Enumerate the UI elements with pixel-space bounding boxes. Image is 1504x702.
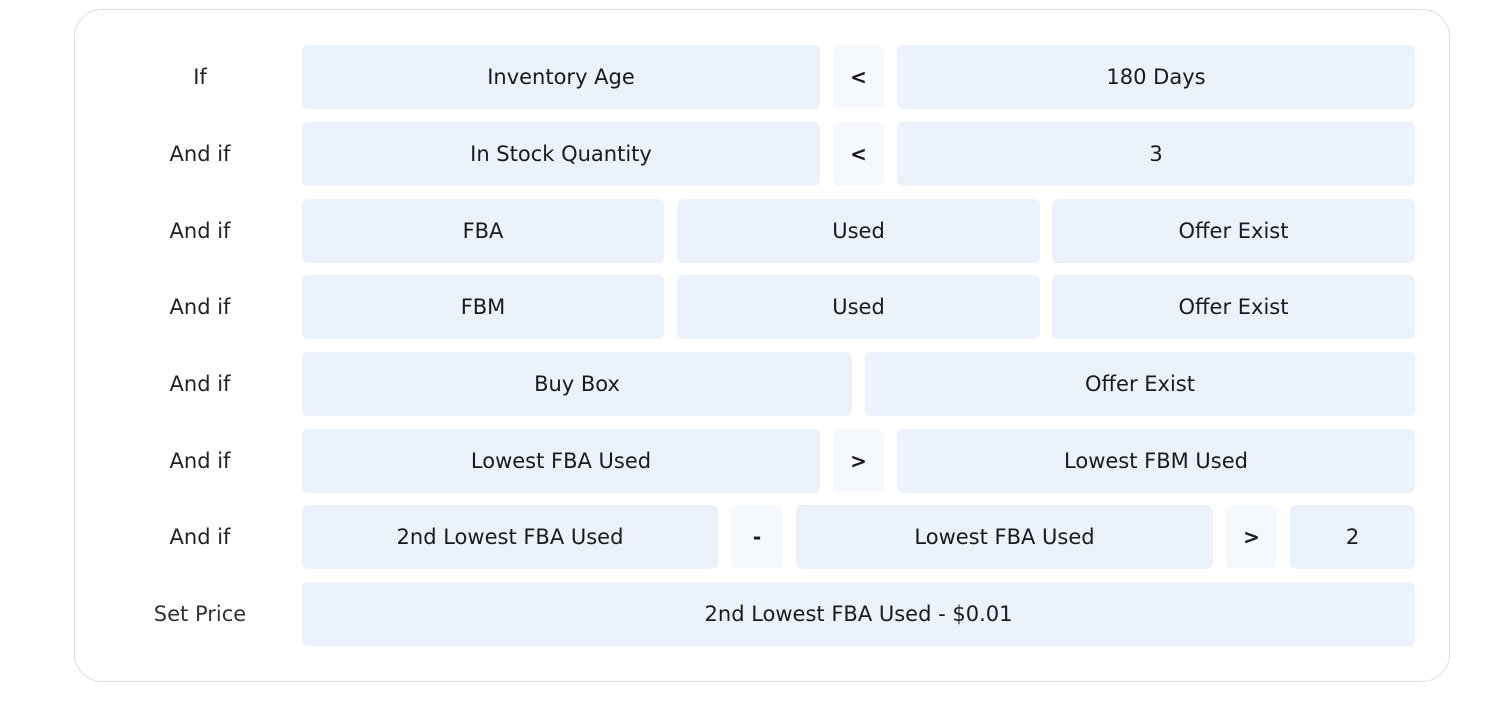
rule-label: And if: [169, 219, 231, 243]
condition-field-buy-box[interactable]: Buy Box: [302, 352, 852, 416]
rule-row-if: If Inventory Age < 180 Days: [0, 45, 1504, 109]
operator-less-than[interactable]: <: [833, 122, 884, 186]
operator-minus[interactable]: -: [731, 505, 783, 569]
condition-field-used[interactable]: Used: [677, 275, 1040, 339]
condition-field-inventory-age[interactable]: Inventory Age: [302, 45, 820, 109]
operator-greater-than[interactable]: >: [1226, 505, 1277, 569]
condition-value-offer-exist[interactable]: Offer Exist: [1052, 199, 1415, 263]
rule-row-and-if: And if Lowest FBA Used > Lowest FBM Used: [0, 429, 1504, 493]
rule-label: And if: [169, 372, 231, 396]
condition-field-lowest-fba-used[interactable]: Lowest FBA Used: [302, 429, 820, 493]
rule-label: And if: [169, 525, 231, 549]
condition-field-used[interactable]: Used: [677, 199, 1040, 263]
condition-value-quantity[interactable]: 3: [897, 122, 1415, 186]
set-price-action[interactable]: 2nd Lowest FBA Used - $0.01: [302, 582, 1415, 646]
condition-field-in-stock-quantity[interactable]: In Stock Quantity: [302, 122, 820, 186]
condition-value-180-days[interactable]: 180 Days: [897, 45, 1415, 109]
rule-row-set-price: Set Price 2nd Lowest FBA Used - $0.01: [0, 582, 1504, 646]
condition-field-lowest-fba-used[interactable]: Lowest FBA Used: [796, 505, 1213, 569]
rule-label: Set Price: [153, 602, 247, 626]
operator-greater-than[interactable]: >: [833, 429, 884, 493]
condition-value-difference[interactable]: 2: [1290, 505, 1415, 569]
condition-field-fbm[interactable]: FBM: [302, 275, 664, 339]
rule-label: And if: [169, 142, 231, 166]
rule-row-and-if: And if FBA Used Offer Exist: [0, 199, 1504, 263]
rule-row-and-if: And if In Stock Quantity < 3: [0, 122, 1504, 186]
operator-less-than[interactable]: <: [833, 45, 884, 109]
condition-value-offer-exist[interactable]: Offer Exist: [865, 352, 1415, 416]
rule-label: If: [193, 65, 207, 89]
rule-label: And if: [169, 449, 231, 473]
rule-row-and-if: And if 2nd Lowest FBA Used - Lowest FBA …: [0, 505, 1504, 569]
condition-field-fba[interactable]: FBA: [302, 199, 664, 263]
condition-field-lowest-fbm-used[interactable]: Lowest FBM Used: [897, 429, 1415, 493]
condition-field-2nd-lowest-fba-used[interactable]: 2nd Lowest FBA Used: [302, 505, 718, 569]
rule-row-and-if: And if Buy Box Offer Exist: [0, 352, 1504, 416]
condition-value-offer-exist[interactable]: Offer Exist: [1052, 275, 1415, 339]
rule-label: And if: [169, 295, 231, 319]
rule-row-and-if: And if FBM Used Offer Exist: [0, 275, 1504, 339]
